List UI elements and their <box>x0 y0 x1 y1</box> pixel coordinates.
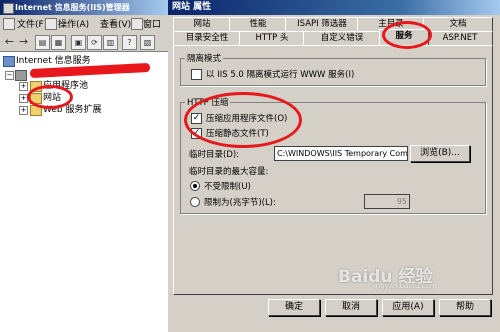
tab-service[interactable]: 服务 <box>379 29 429 45</box>
iis5-isolation-label: 以 IIS 5.0 隔离模式运行 WWW 服务(I) <box>206 70 355 80</box>
max-size-label: 临时目录的最大容量: <box>189 167 269 177</box>
tree-expand-icon[interactable]: − <box>5 71 14 80</box>
temp-dir-input[interactable]: C:\WINDOWS\IIS Temporary Compr <box>274 146 408 161</box>
tab-http-headers[interactable]: HTTP 头 <box>239 31 305 45</box>
iis-toolbar: ← → ▤ ▦ ▣ ⟳ ▥ ? ▧ <box>0 33 168 52</box>
unlimited-label: 不受限制(U) <box>204 182 251 192</box>
tab-directory-security[interactable]: 目录安全性 <box>173 31 241 45</box>
menu-file[interactable]: 文件(F) <box>17 17 47 30</box>
tree-expand-icon[interactable]: + <box>19 106 28 115</box>
compress-app-files-checkbox[interactable]: ✓ <box>191 113 202 124</box>
folder-icon <box>30 105 42 116</box>
up-folder-icon[interactable]: ▤ <box>35 35 50 50</box>
compress-static-files-label: 压缩静态文件(T) <box>206 129 269 139</box>
limited-label: 限制为(兆字节)(L): <box>204 198 276 208</box>
compress-app-files-label: 压缩应用程序文件(O) <box>206 114 288 124</box>
tree-item-label: 网站 <box>43 93 62 103</box>
help-button[interactable]: 帮助 <box>439 299 491 316</box>
dialog-title: 网站 属性 <box>172 2 212 12</box>
menu-view[interactable]: 查看(V) <box>100 17 131 30</box>
tree-root-label: Internet 信息服务 <box>16 56 91 66</box>
iis-title: Internet 信息服务(IIS)管理器 <box>15 3 130 12</box>
service-tab-panel: 隔离模式 以 IIS 5.0 隔离模式运行 WWW 服务(I) HTTP 压缩 … <box>173 45 493 295</box>
dialog-title-bar: 网站 属性 <box>168 0 500 15</box>
limit-size-input[interactable]: 95 <box>364 194 410 209</box>
refresh-icon[interactable]: ⟳ <box>87 35 102 50</box>
help-icon[interactable]: ? <box>122 35 137 50</box>
tab-aspnet[interactable]: ASP.NET <box>427 31 493 45</box>
browse-button[interactable]: 浏览(B)... <box>410 145 470 162</box>
unlimited-radio[interactable] <box>190 181 200 191</box>
menu-window-icon <box>131 18 143 30</box>
menu-action[interactable]: 操作(A) <box>58 17 89 30</box>
properties-icon[interactable]: ▣ <box>71 35 86 50</box>
iis-app-icon <box>3 3 14 14</box>
export-icon[interactable]: ▥ <box>103 35 118 50</box>
iis5-isolation-checkbox[interactable] <box>191 69 202 80</box>
tab-documents[interactable]: 文档 <box>423 17 493 31</box>
menu-file-icon <box>3 18 15 30</box>
tab-performance[interactable]: 性能 <box>229 17 287 31</box>
iis-tree-view: Internet 信息服务 − + 应用程序池 + 网站 + Web 服务扩展 <box>0 52 168 332</box>
cancel-button[interactable]: 取消 <box>325 299 377 316</box>
site-properties-dialog: 网站 属性 网站 性能 ISAPI 筛选器 主目录 文档 目录安全性 HTTP … <box>168 0 500 332</box>
tree-item-label: Web 服务扩展 <box>43 105 102 115</box>
limited-radio[interactable] <box>190 197 200 207</box>
http-compression-label: HTTP 压缩 <box>185 96 231 108</box>
ok-button[interactable]: 确定 <box>268 299 320 316</box>
server-icon <box>15 70 27 81</box>
baidu-watermark-url: jingyan.baidu.com <box>372 282 437 290</box>
isolation-mode-label: 隔离模式 <box>185 52 224 64</box>
tree-expand-icon[interactable]: + <box>19 94 28 103</box>
tree-item-label: 应用程序池 <box>43 81 89 91</box>
iis-title-bar: Internet 信息服务(IIS)管理器 <box>0 0 168 15</box>
temp-dir-label: 临时目录(D): <box>189 150 240 160</box>
apply-button[interactable]: 应用(A) <box>382 299 434 316</box>
folder-icon <box>30 93 42 104</box>
iis-manager-window: Internet 信息服务(IIS)管理器 文件(F) 操作(A) 查看(V) … <box>0 0 168 332</box>
menu-action-icon <box>45 18 57 30</box>
tab-isapi-filters[interactable]: ISAPI 筛选器 <box>285 17 359 31</box>
forward-arrow-icon[interactable]: → <box>17 35 30 48</box>
folder-icon <box>30 81 42 92</box>
back-arrow-icon[interactable]: ← <box>3 35 16 48</box>
console-icon[interactable]: ▧ <box>140 35 155 50</box>
menu-window[interactable]: 窗口 <box>143 17 161 30</box>
tab-custom-errors[interactable]: 自定义错误 <box>303 31 381 45</box>
compress-static-files-checkbox[interactable]: ✓ <box>191 128 202 139</box>
tree-expand-icon[interactable]: + <box>19 82 28 91</box>
show-tree-icon[interactable]: ▦ <box>51 35 66 50</box>
iis-root-icon <box>3 56 15 67</box>
tab-website[interactable]: 网站 <box>173 17 231 31</box>
iis-menu-bar: 文件(F) 操作(A) 查看(V) 窗口 <box>0 15 168 32</box>
